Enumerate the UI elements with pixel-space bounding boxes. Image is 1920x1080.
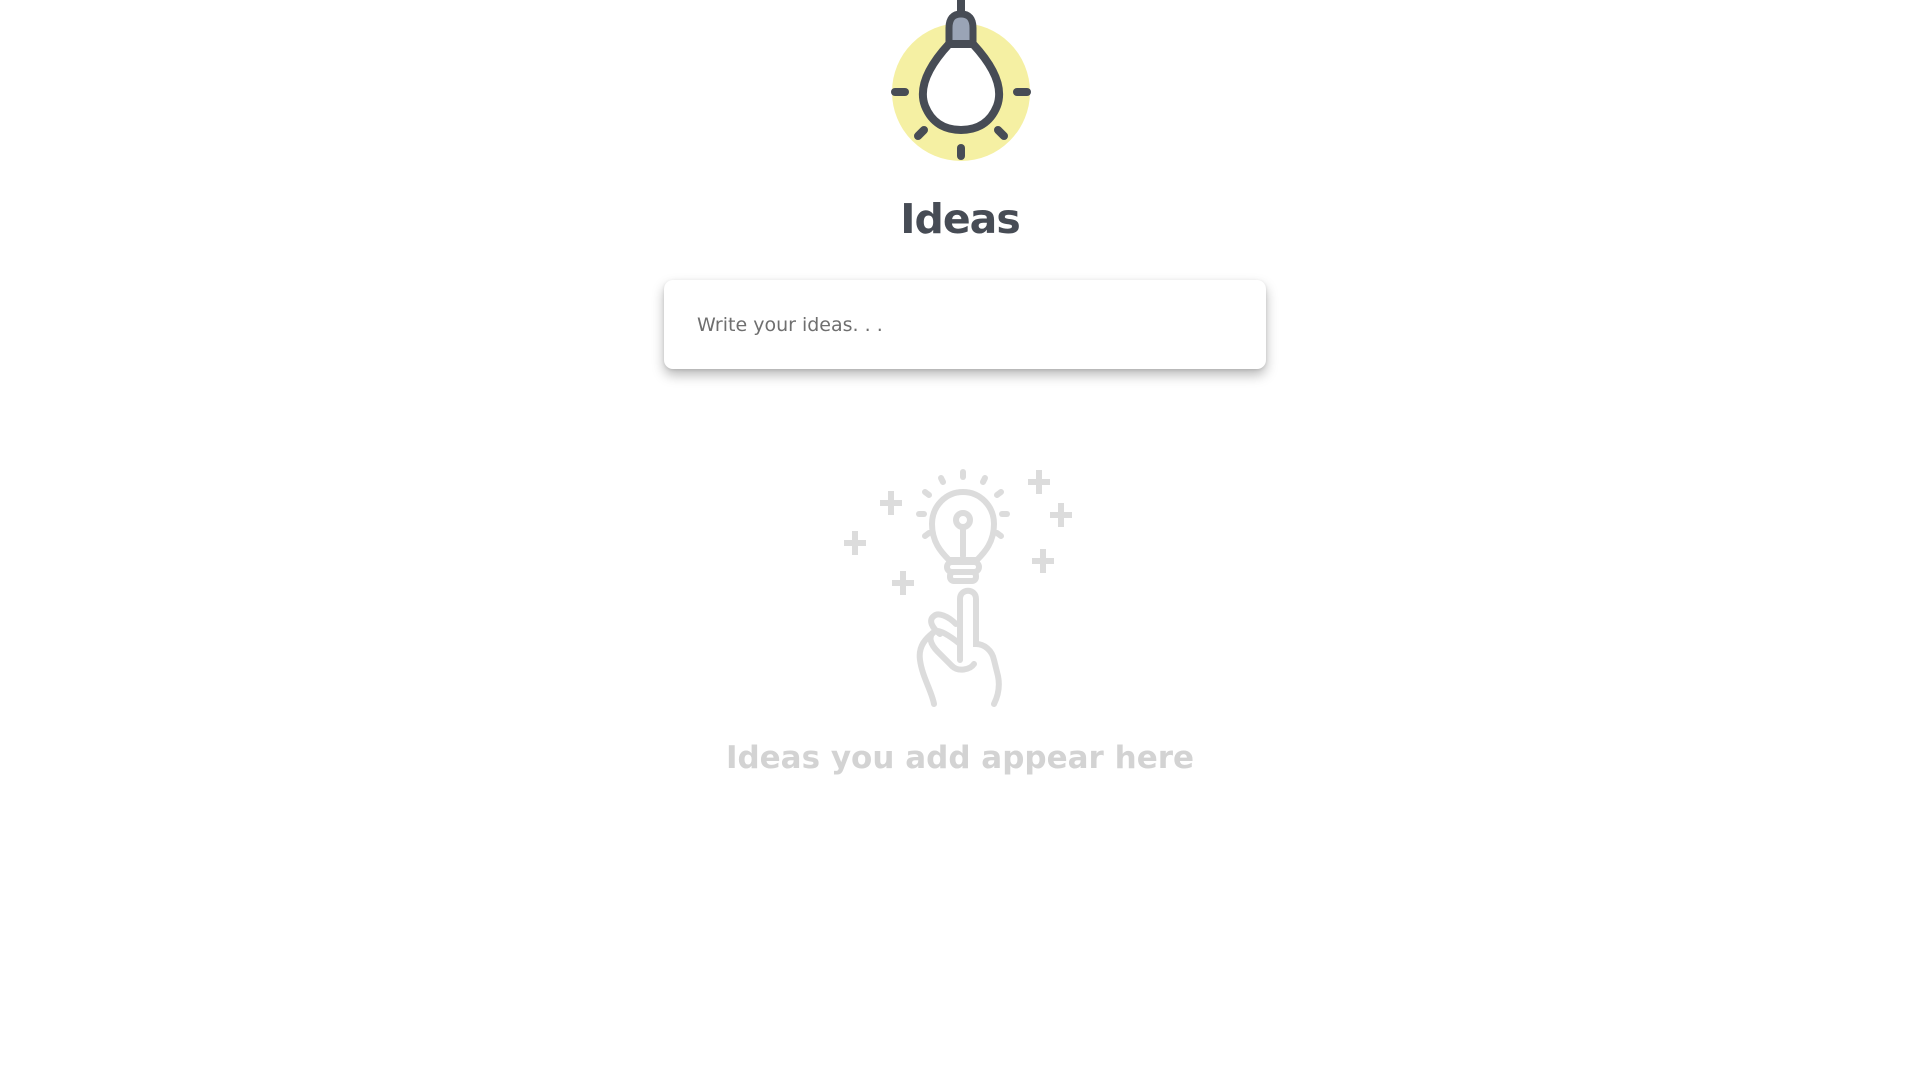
idea-hand-icon [838, 464, 1088, 714]
ideas-page: Ideas Write your ideas. . . Ideas you ad… [0, 0, 1920, 1080]
page-title: Ideas [900, 195, 1020, 243]
empty-state-message: Ideas you add appear here [725, 740, 1195, 776]
lightbulb-logo-icon [891, 0, 1031, 164]
idea-input[interactable] [697, 280, 1237, 369]
idea-input-card [664, 280, 1266, 369]
